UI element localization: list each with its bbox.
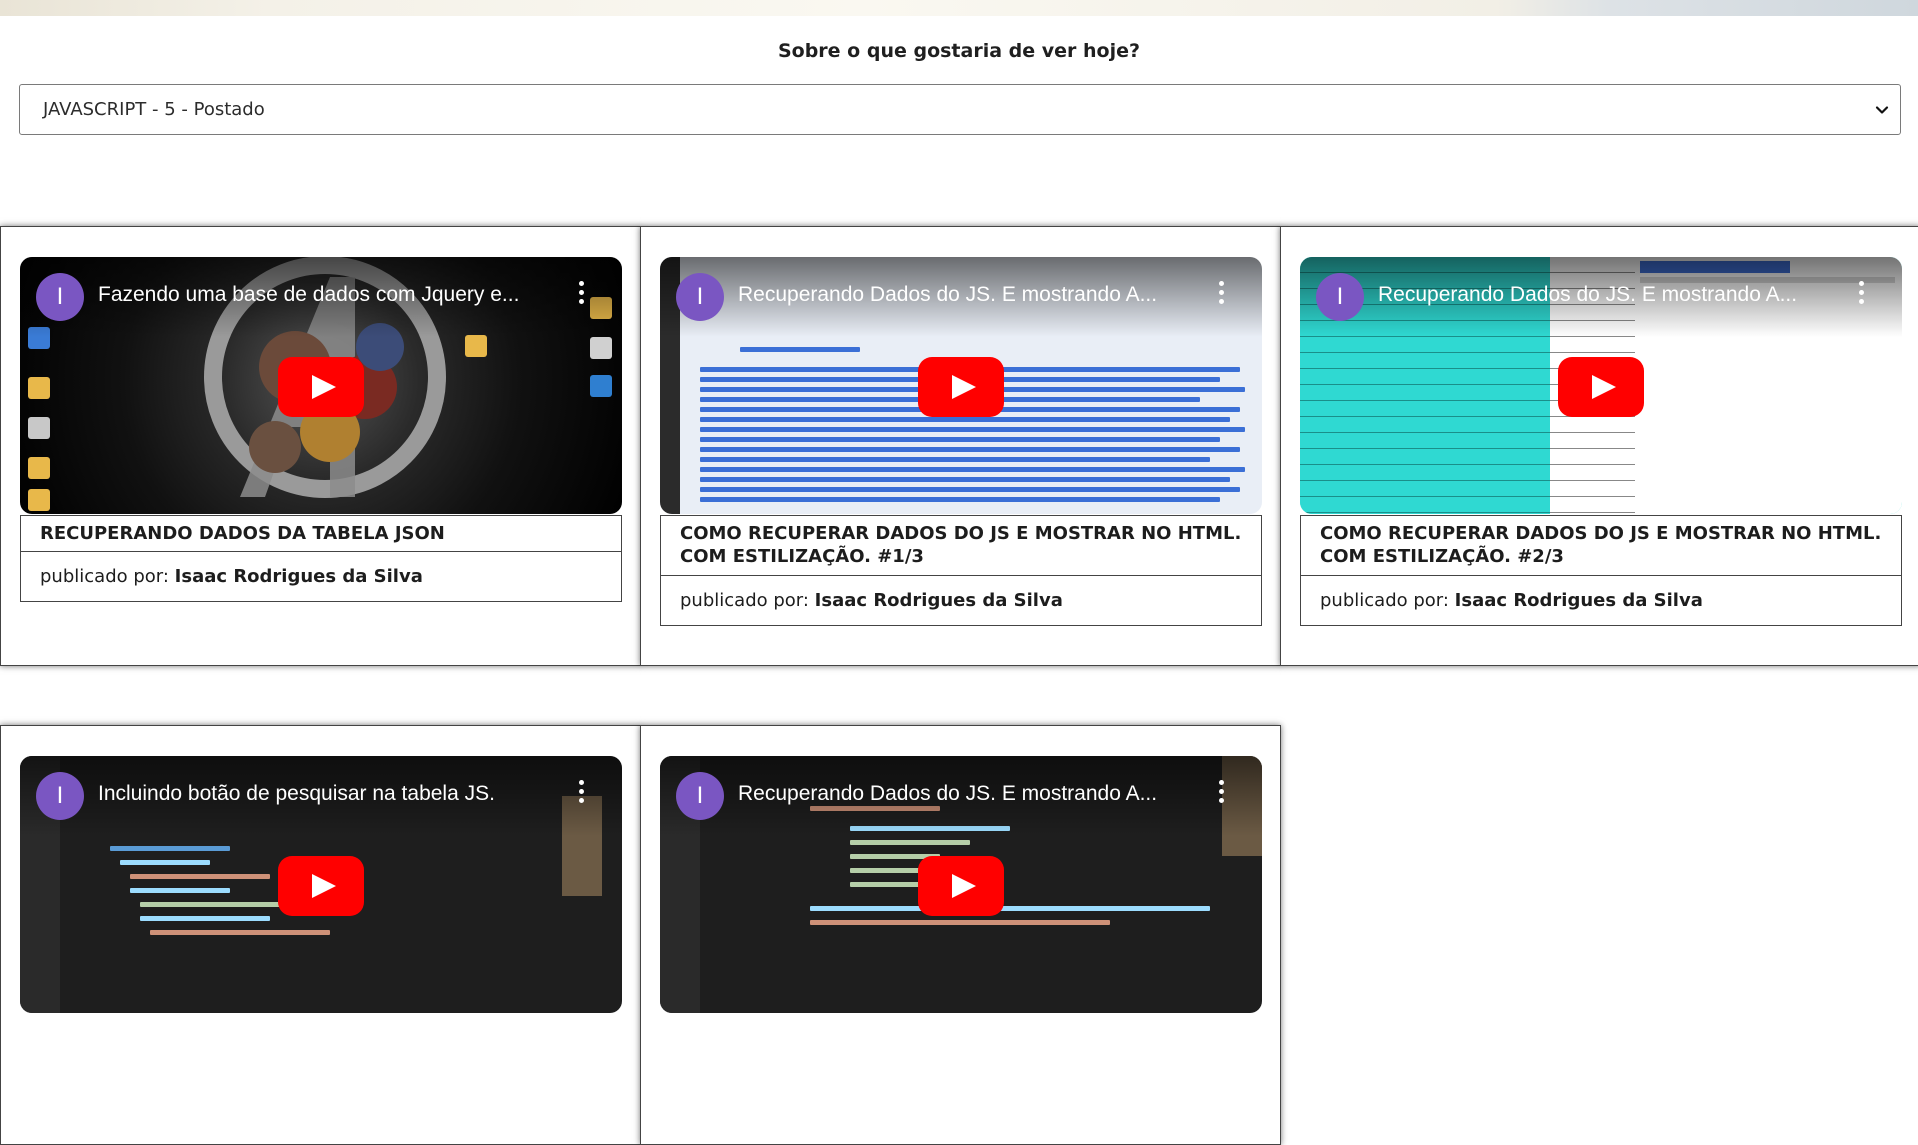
- channel-avatar[interactable]: I: [1316, 273, 1364, 321]
- video-player[interactable]: I Incluindo botão de pesquisar na tabela…: [20, 756, 622, 1013]
- video-title[interactable]: Incluindo botão de pesquisar na tabela J…: [98, 782, 558, 806]
- author-name: Isaac Rodrigues da Silva: [174, 566, 423, 588]
- published-prefix: publicado por:: [680, 589, 809, 611]
- youtube-play-icon[interactable]: [278, 357, 364, 417]
- card-title: COMO RECUPERAR DADOS DO JS E MOSTRAR NO …: [661, 516, 1261, 576]
- author-name: Isaac Rodrigues da Silva: [814, 589, 1063, 611]
- channel-avatar[interactable]: I: [36, 273, 84, 321]
- video-title[interactable]: Recuperando Dados do JS. E mostrando A..…: [738, 782, 1198, 806]
- top-banner-strip: [0, 0, 1918, 16]
- video-player[interactable]: I Recuperando Dados do JS. E mostrando A…: [660, 756, 1262, 1013]
- video-card: I Recuperando Dados do JS. E mostrando A…: [640, 226, 1281, 666]
- chevron-down-icon: [1875, 106, 1889, 114]
- page-question: Sobre o que gostaria de ver hoje?: [777, 40, 1141, 62]
- topic-select[interactable]: JAVASCRIPT - 5 - Postado: [19, 84, 1901, 135]
- video-player[interactable]: I Fazendo uma base de dados com Jquery e…: [20, 257, 622, 514]
- topic-select-value: JAVASCRIPT - 5 - Postado: [43, 99, 265, 120]
- video-title[interactable]: Recuperando Dados do JS. E mostrando A..…: [738, 283, 1198, 307]
- published-by: publicado por: Isaac Rodrigues da Silva: [21, 552, 621, 601]
- card-info: RECUPERANDO DADOS DA TABELA JSON publica…: [20, 515, 622, 603]
- channel-avatar[interactable]: I: [676, 772, 724, 820]
- video-title[interactable]: Recuperando Dados do JS. E mostrando A..…: [1378, 283, 1838, 307]
- author-name: Isaac Rodrigues da Silva: [1454, 589, 1703, 611]
- card-title: RECUPERANDO DADOS DA TABELA JSON: [21, 516, 621, 553]
- video-card: I Fazendo uma base de dados com Jquery e…: [0, 226, 641, 666]
- youtube-play-icon[interactable]: [1558, 357, 1644, 417]
- youtube-play-icon[interactable]: [278, 856, 364, 916]
- more-vert-icon[interactable]: [578, 780, 584, 804]
- more-vert-icon[interactable]: [1218, 281, 1224, 305]
- youtube-play-icon[interactable]: [918, 357, 1004, 417]
- published-prefix: publicado por:: [40, 566, 169, 588]
- video-card: I Recuperando Dados do JS. E mostrando A…: [1280, 226, 1918, 666]
- more-vert-icon[interactable]: [578, 281, 584, 305]
- more-vert-icon[interactable]: [1858, 281, 1864, 305]
- video-card: I Incluindo botão de pesquisar na tabela…: [0, 725, 641, 1145]
- card-info: COMO RECUPERAR DADOS DO JS E MOSTRAR NO …: [660, 515, 1262, 626]
- card-title: COMO RECUPERAR DADOS DO JS E MOSTRAR NO …: [1301, 516, 1901, 576]
- video-title[interactable]: Fazendo uma base de dados com Jquery e..…: [98, 283, 558, 307]
- published-by: publicado por: Isaac Rodrigues da Silva: [661, 576, 1261, 625]
- video-player[interactable]: I Recuperando Dados do JS. E mostrando A…: [1300, 257, 1902, 514]
- channel-avatar[interactable]: I: [676, 273, 724, 321]
- more-vert-icon[interactable]: [1218, 780, 1224, 804]
- card-info: COMO RECUPERAR DADOS DO JS E MOSTRAR NO …: [1300, 515, 1902, 626]
- published-prefix: publicado por:: [1320, 589, 1449, 611]
- youtube-play-icon[interactable]: [918, 856, 1004, 916]
- video-card: I Recuperando Dados do JS. E mostrando A…: [640, 725, 1281, 1145]
- video-player[interactable]: I Recuperando Dados do JS. E mostrando A…: [660, 257, 1262, 514]
- channel-avatar[interactable]: I: [36, 772, 84, 820]
- published-by: publicado por: Isaac Rodrigues da Silva: [1301, 576, 1901, 625]
